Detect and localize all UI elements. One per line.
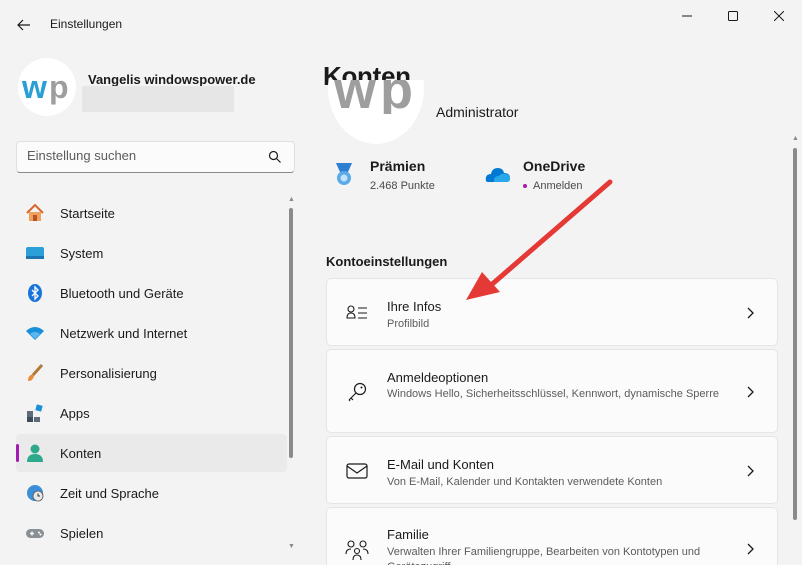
onedrive-title: OneDrive (523, 158, 586, 174)
sidebar-nav: Startseite System Bluetooth und Geräte N… (16, 194, 287, 554)
rewards-title: Prämien (370, 158, 426, 174)
mail-icon (345, 459, 369, 483)
sidebar-item-konten[interactable]: Konten (16, 434, 287, 472)
maximize-icon (728, 11, 738, 21)
rewards-points: 2.468 Punkte (370, 180, 435, 192)
chevron-right-icon (747, 307, 754, 319)
medal-icon (332, 162, 358, 188)
profile-email-redacted (82, 86, 234, 112)
sidebar-scroll-down-icon[interactable]: ▼ (288, 543, 295, 550)
main-scroll-up-icon[interactable]: ▲ (792, 135, 799, 142)
globe-clock-icon (25, 483, 45, 503)
apps-icon (25, 403, 45, 423)
chevron-right-icon (747, 465, 754, 477)
sidebar-item-apps[interactable]: Apps (16, 394, 287, 432)
card-title: Familie (387, 527, 429, 542)
wp-logo-p: p (49, 69, 69, 105)
wp-logo-large-w: w (333, 80, 377, 114)
gamepad-icon (25, 523, 45, 543)
wp-logo-large-p: p (380, 80, 413, 114)
account-avatar-circle: w p (328, 80, 424, 144)
sidebar-item-label: Zeit und Sprache (60, 485, 160, 501)
sidebar-item-bluetooth[interactable]: Bluetooth und Geräte (16, 274, 287, 312)
minimize-icon (682, 15, 692, 17)
chevron-right-icon (747, 386, 754, 398)
person-info-icon (345, 301, 369, 325)
maximize-button[interactable] (710, 4, 756, 28)
sidebar-item-netzwerk[interactable]: Netzwerk und Internet (16, 314, 287, 352)
card-title: E-Mail und Konten (387, 457, 494, 472)
close-icon (774, 11, 784, 21)
back-arrow-icon (17, 19, 30, 31)
card-ihre-infos[interactable]: Ihre Infos Profilbild (326, 278, 778, 346)
title-bar: Einstellungen (0, 0, 802, 48)
sidebar-item-zeit-sprache[interactable]: Zeit und Sprache (16, 474, 287, 512)
sidebar-item-personalisierung[interactable]: Personalisierung (16, 354, 287, 392)
sidebar-item-spielen[interactable]: Spielen (16, 514, 287, 552)
system-icon (25, 243, 45, 263)
card-email-konten[interactable]: E-Mail und Konten Von E-Mail, Kalender u… (326, 436, 778, 504)
wp-logo-w: w (21, 69, 47, 105)
key-icon (345, 380, 369, 404)
card-anmeldeoptionen[interactable]: Anmeldeoptionen Windows Hello, Sicherhei… (326, 349, 778, 433)
chevron-right-icon (747, 543, 754, 555)
card-subtitle: Von E-Mail, Kalender und Kontakten verwe… (387, 476, 663, 488)
annotation-arrow-shaft (487, 179, 613, 289)
sidebar-item-label: Startseite (60, 205, 115, 221)
card-familie[interactable]: Familie Verwalten Ihrer Familiengruppe, … (326, 507, 778, 565)
rewards-tile[interactable]: Prämien 2.468 Punkte (332, 156, 472, 196)
onedrive-tile[interactable]: OneDrive Anmelden (485, 156, 615, 196)
card-title: Ihre Infos (387, 299, 442, 314)
search-icon[interactable] (268, 150, 282, 164)
sidebar-scrollbar[interactable] (289, 208, 293, 458)
profile-avatar[interactable]: w p (18, 58, 76, 116)
sidebar-item-label: Bluetooth und Geräte (60, 285, 184, 301)
brush-icon (25, 363, 45, 383)
sidebar-item-label: Personalisierung (60, 365, 157, 381)
onedrive-cloud-icon (485, 162, 511, 188)
sidebar-scroll-up-icon[interactable]: ▲ (288, 196, 295, 203)
status-dot (523, 184, 527, 189)
sidebar-item-label: System (60, 245, 104, 261)
sidebar-item-startseite[interactable]: Startseite (16, 194, 287, 232)
sidebar-item-label: Apps (60, 405, 90, 421)
card-subtitle: Profilbild (387, 318, 430, 330)
sidebar-item-system[interactable]: System (16, 234, 287, 272)
account-avatar-large[interactable]: w p (328, 80, 424, 145)
card-subtitle: Windows Hello, Sicherheitsschlüssel, Ken… (387, 388, 719, 400)
home-icon (25, 203, 45, 223)
account-icon (25, 443, 45, 463)
card-subtitle: Verwalten Ihrer Familiengruppe, Bearbeit… (387, 546, 701, 565)
card-title: Anmeldeoptionen (387, 370, 489, 385)
close-button[interactable] (756, 4, 802, 28)
account-role: Administrator (436, 104, 519, 120)
app-title: Einstellungen (50, 17, 123, 31)
sidebar-item-label: Konten (60, 445, 102, 461)
wp-logo: w p (21, 69, 69, 105)
bluetooth-icon (25, 283, 45, 303)
family-icon (345, 538, 369, 562)
sidebar-item-label: Netzwerk und Internet (60, 325, 188, 341)
section-heading: Kontoeinstellungen (326, 254, 448, 269)
back-button[interactable] (10, 12, 38, 38)
search-input[interactable] (27, 148, 267, 163)
sidebar-item-label: Spielen (60, 525, 104, 541)
onedrive-signin-label[interactable]: Anmelden (533, 180, 583, 192)
wp-logo-large: w p (333, 80, 413, 114)
main-scrollbar[interactable] (793, 148, 797, 520)
minimize-button[interactable] (664, 4, 710, 28)
profile-name: Vangelis windowspower.de (88, 72, 256, 87)
search-box[interactable] (16, 141, 295, 173)
wifi-icon (25, 323, 45, 343)
onedrive-status: Anmelden (523, 180, 583, 192)
